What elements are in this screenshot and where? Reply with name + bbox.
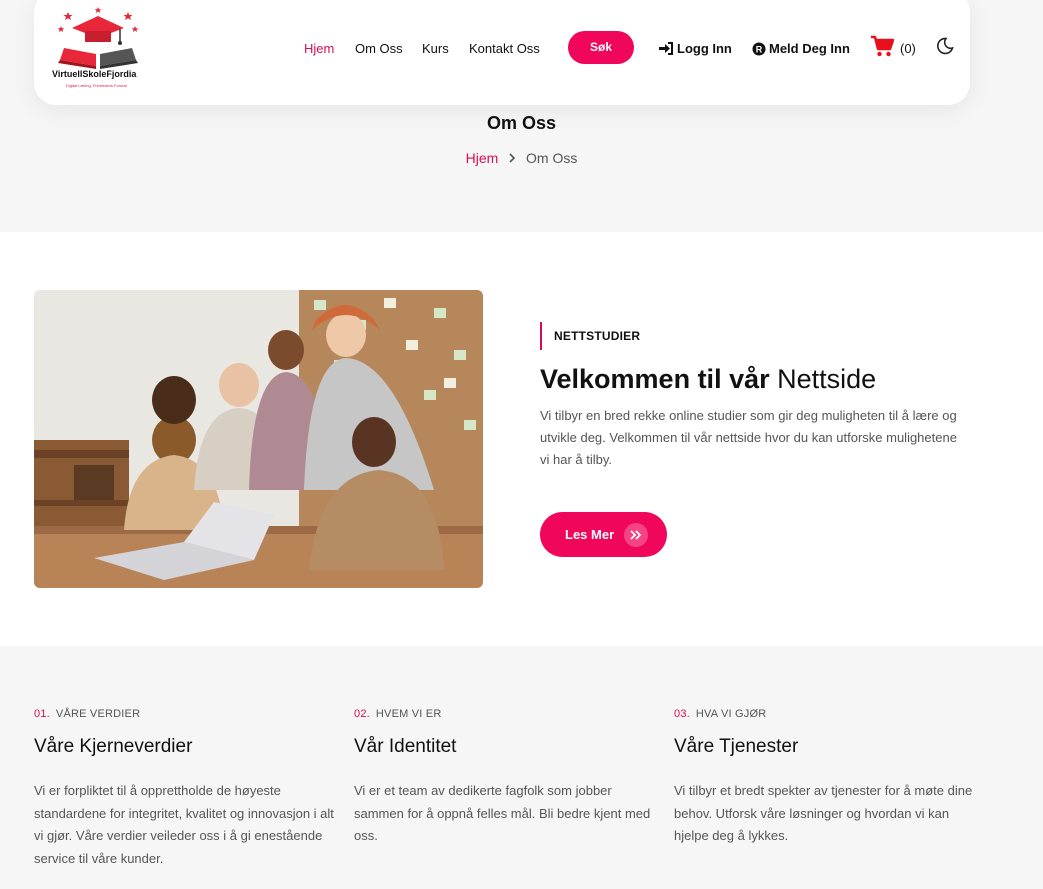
svg-text:R: R — [756, 44, 763, 54]
navbar: VirtuellSkoleFjordia Digital Læring, Fre… — [34, 0, 970, 105]
value-title: Våre Kjerneverdier — [34, 736, 193, 757]
chevron-right-icon — [508, 150, 516, 166]
value-kicker: 02. HVEM VI ER — [354, 708, 442, 720]
nav-link-om-oss[interactable]: Om Oss — [355, 41, 403, 56]
value-kicker: 03. HVA VI GJØR — [674, 708, 767, 720]
logo-title: VirtuellSkoleFjordia — [52, 69, 137, 79]
cart-button[interactable]: (0) — [870, 35, 916, 57]
hero-section: NETTSTUDIER Velkommen til vår Nettside V… — [0, 232, 1043, 646]
login-label: Logg Inn — [677, 41, 732, 56]
moon-icon[interactable] — [936, 37, 954, 55]
login-link[interactable]: Logg Inn — [658, 41, 732, 56]
value-title: Våre Tjenester — [674, 736, 799, 757]
hero-text: NETTSTUDIER Velkommen til vår Nettside V… — [540, 322, 980, 471]
values-section: 01. VÅRE VERDIER Våre Kjerneverdier Vi er… — [0, 646, 1043, 889]
value-text: Vi er et team av dedikerte fagfolk som j… — [354, 783, 651, 843]
value-title: Vår Identitet — [354, 736, 457, 757]
value-column-1: 01. VÅRE VERDIER Våre Kjerneverdier Vi er… — [34, 708, 334, 870]
breadcrumb-current: Om Oss — [526, 150, 578, 166]
search-button[interactable]: Søk — [568, 31, 634, 64]
read-more-button[interactable]: Les Mer — [540, 512, 667, 557]
value-kicker: 01. VÅRE VERDIER — [34, 708, 141, 720]
hero-title: Velkommen til vår Nettside — [540, 364, 980, 395]
value-column-2: 02. HVEM VI ER Vår Identitet Vi er et tea… — [354, 708, 654, 848]
read-more-label: Les Mer — [565, 527, 615, 542]
hero-description: Vi tilbyr en bred rekke online studier s… — [540, 408, 957, 467]
register-icon: R — [752, 42, 766, 55]
nav-link-kontakt-oss[interactable]: Kontakt Oss — [469, 41, 540, 56]
register-link[interactable]: R Meld Deg Inn — [752, 41, 850, 56]
breadcrumb: Hjem Om Oss — [0, 150, 1043, 166]
hero-title-bold: Velkommen til vår — [540, 364, 770, 394]
sign-in-icon — [659, 42, 673, 55]
cart-count: (0) — [900, 41, 916, 56]
cart-icon — [871, 35, 894, 57]
logo-tagline: Digital Læring, Fremtidens Format — [66, 83, 127, 88]
value-column-3: 03. HVA VI GJØR Våre Tjenester Vi tilbyr … — [674, 708, 974, 848]
register-label: Meld Deg Inn — [769, 41, 850, 56]
page-title: Om Oss — [486, 113, 557, 133]
hero-title-light: Nettside — [777, 364, 877, 394]
team-photo — [34, 290, 483, 588]
double-chevron-right-icon — [624, 522, 649, 547]
breadcrumb-home[interactable]: Hjem — [466, 150, 499, 166]
nav-link-kurs[interactable]: Kurs — [422, 41, 449, 56]
nav-link-hjem[interactable]: Hjem — [304, 41, 334, 56]
value-text: Vi er forpliktet til å opprettholde de h… — [34, 783, 334, 866]
value-text: Vi tilbyr et bredt spekter av tjenester … — [674, 783, 973, 843]
hero-tag: NETTSTUDIER — [540, 322, 980, 350]
